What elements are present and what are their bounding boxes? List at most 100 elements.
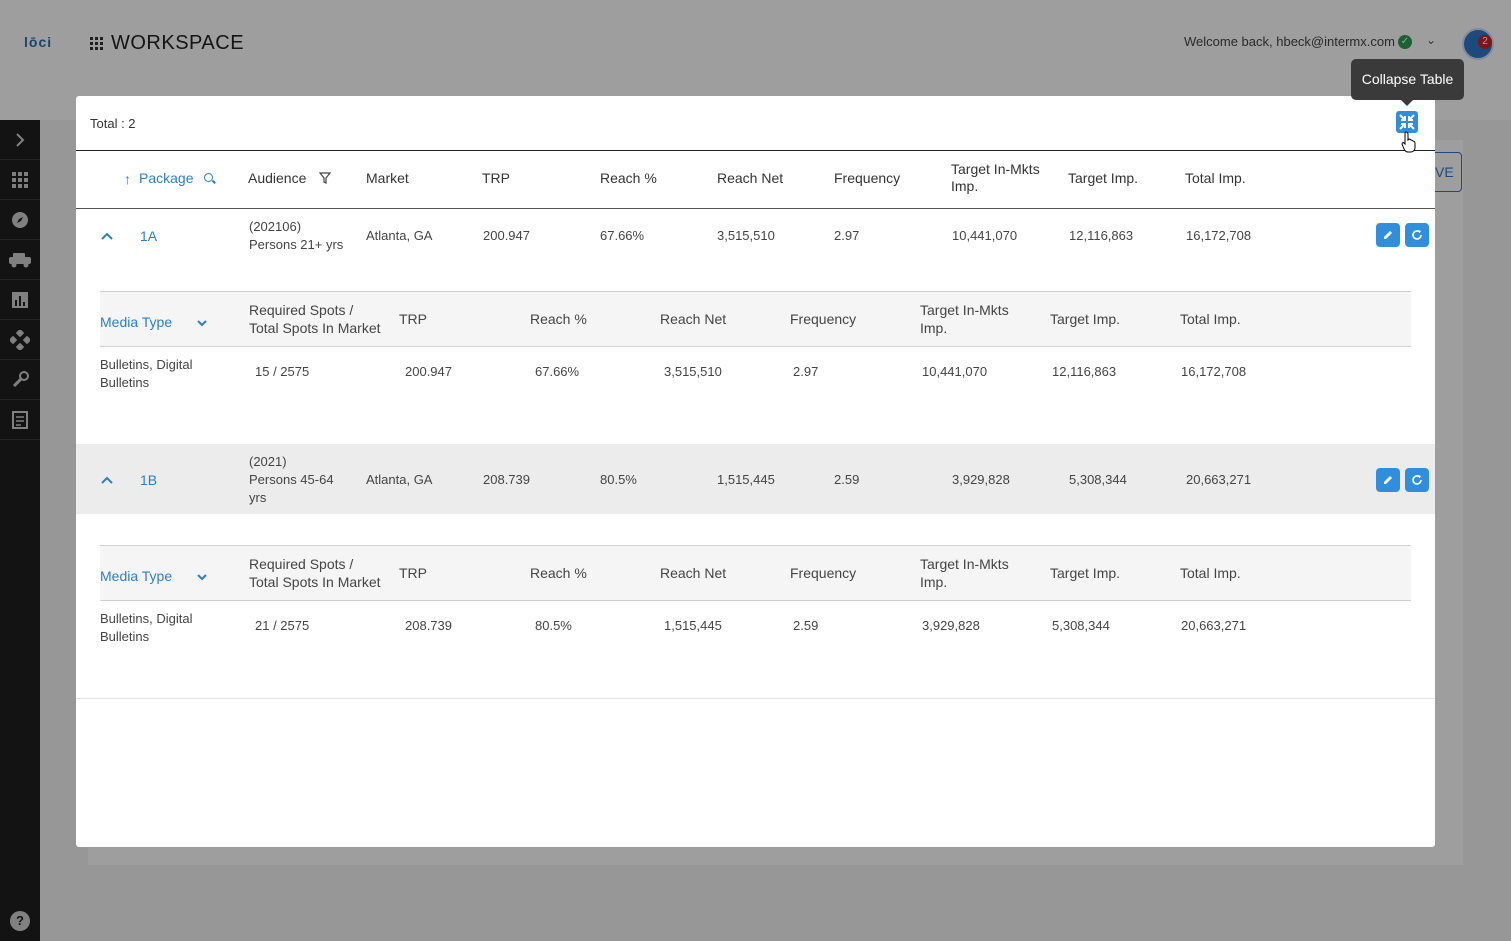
market-cell: Atlanta, GA	[366, 472, 433, 487]
column-header-frequency[interactable]: Frequency	[834, 170, 900, 187]
audience-name: Persons 21+ yrs	[249, 237, 344, 252]
subcolumn-media-type[interactable]: Media Type	[100, 313, 172, 331]
subtable-header: Media Type Required Spots / Total Spots …	[100, 545, 1411, 601]
media-type-line2: Bulletins	[100, 375, 150, 390]
media-type-cell: Bulletins, Digital Bulletins	[100, 356, 193, 392]
trp-cell: 208.739	[483, 472, 530, 487]
collapse-table-tooltip: Collapse Table	[1351, 59, 1464, 106]
edit-button[interactable]	[1376, 223, 1400, 247]
column-header-audience[interactable]: Audience	[248, 170, 306, 187]
sub-target-imp-cell: 5,308,344	[1052, 618, 1110, 633]
reach-pct-cell: 67.66%	[600, 228, 645, 243]
total-imp-cell: 20,663,271	[1186, 472, 1252, 487]
media-type-line1: Bulletins, Digital	[100, 357, 193, 372]
refresh-icon	[1412, 230, 1422, 240]
chevron-down-icon[interactable]	[196, 571, 208, 583]
sub-target-inmkts-cell: 3,929,828	[922, 618, 980, 633]
column-header-target-inmkts-line1: Target In-Mkts	[951, 161, 1040, 177]
subcolumn-target-imp: Target Imp.	[1050, 565, 1121, 581]
column-header-total-imp[interactable]: Total Imp.	[1185, 170, 1246, 187]
sub-total-imp-cell: 20,663,271	[1181, 618, 1247, 633]
audience-id: (2021)	[249, 454, 287, 469]
sub-total-imp-cell: 16,172,708	[1181, 364, 1247, 379]
collapse-icon	[1399, 114, 1415, 130]
sub-trp-cell: 200.947	[405, 364, 452, 379]
subcolumn-frequency: Frequency	[790, 565, 857, 581]
media-subtable: Media Type Required Spots / Total Spots …	[100, 545, 1411, 695]
column-header-reach-net[interactable]: Reach Net	[717, 170, 783, 187]
table-header: ↑ Package Audience Market TRP Reach % Re…	[76, 151, 1435, 209]
column-header-target-inmkts[interactable]: Target In-Mkts Imp.	[951, 161, 1040, 195]
sub-reach-pct-cell: 80.5%	[535, 618, 572, 633]
reach-net-cell: 1,515,445	[717, 472, 775, 487]
sub-target-imp-cell: 12,116,863	[1052, 364, 1117, 379]
subcolumn-target-inmkts-line1: Target In-Mkts	[920, 556, 1009, 572]
subcolumn-trp: TRP	[399, 311, 427, 327]
media-type-cell: Bulletins, Digital Bulletins	[100, 610, 193, 646]
sub-reach-net-cell: 1,515,445	[664, 618, 722, 633]
sub-reach-pct-cell: 67.66%	[535, 364, 580, 379]
subcolumn-required-spots: Required Spots / Total Spots In Market	[249, 555, 381, 591]
audience-id: (202106)	[249, 219, 302, 234]
filter-icon[interactable]	[319, 172, 331, 184]
subcolumn-required-spots: Required Spots / Total Spots In Market	[249, 301, 381, 337]
subcolumn-reach-net: Reach Net	[660, 311, 727, 327]
table-row: 1A (202106) Persons 21+ yrs Atlanta, GA …	[76, 209, 1435, 444]
column-header-market[interactable]: Market	[366, 170, 409, 187]
column-header-package[interactable]: Package	[139, 170, 193, 187]
media-subtable: Media Type Required Spots / Total Spots …	[100, 291, 1411, 441]
column-header-target-imp[interactable]: Target Imp.	[1068, 170, 1138, 187]
sub-reach-net-cell: 3,515,510	[664, 364, 722, 379]
trp-cell: 200.947	[483, 228, 530, 243]
spots-cell: 21 / 2575	[255, 618, 310, 633]
package-name[interactable]: 1A	[140, 227, 157, 245]
refresh-icon	[1412, 475, 1422, 485]
subcolumn-target-imp: Target Imp.	[1050, 311, 1121, 327]
package-name[interactable]: 1B	[140, 471, 157, 489]
column-header-trp[interactable]: TRP	[482, 170, 510, 187]
expanded-table-modal: Total : 2 ↑ Package Audience Market TRP …	[76, 96, 1435, 847]
hand-cursor-icon	[1401, 131, 1416, 153]
edit-button[interactable]	[1376, 468, 1400, 492]
subcolumn-required-line1: Required Spots /	[249, 556, 354, 572]
audience-name-cont: yrs	[249, 490, 267, 505]
search-icon[interactable]	[204, 173, 213, 182]
pencil-icon	[1384, 231, 1392, 239]
subcolumn-total-imp: Total Imp.	[1180, 311, 1241, 327]
subcolumn-target-inmkts-line2: Imp.	[920, 574, 948, 590]
total-count: Total : 2	[90, 116, 136, 131]
chevron-down-icon[interactable]	[196, 317, 208, 329]
audience-name: Persons 45-64	[249, 472, 334, 487]
sub-target-inmkts-cell: 10,441,070	[922, 364, 988, 379]
chevron-up-icon[interactable]	[100, 229, 114, 243]
subcolumn-reach-pct: Reach %	[530, 565, 587, 581]
subcolumn-reach-pct: Reach %	[530, 311, 587, 327]
subcolumn-total-imp: Total Imp.	[1180, 565, 1241, 581]
subcolumn-target-inmkts-line1: Target In-Mkts	[920, 302, 1009, 318]
refresh-button[interactable]	[1405, 468, 1429, 492]
reach-pct-cell: 80.5%	[600, 472, 637, 487]
sub-trp-cell: 208.739	[405, 618, 452, 633]
row-divider	[76, 698, 1435, 699]
audience-cell: (2021) Persons 45-64 yrs	[249, 453, 334, 507]
refresh-button[interactable]	[1405, 223, 1429, 247]
column-header-target-inmkts-line2: Imp.	[951, 178, 979, 194]
total-imp-cell: 16,172,708	[1186, 228, 1252, 243]
target-imp-cell: 12,116,863	[1069, 228, 1134, 243]
collapse-table-button[interactable]	[1396, 111, 1418, 133]
subcolumn-required-line1: Required Spots /	[249, 302, 354, 318]
subcolumn-target-inmkts: Target In-Mkts Imp.	[920, 555, 1009, 591]
target-imp-cell: 5,308,344	[1069, 472, 1127, 487]
sort-ascending-icon[interactable]: ↑	[124, 171, 131, 187]
subcolumn-trp: TRP	[399, 565, 427, 581]
media-type-line2: Bulletins	[100, 629, 150, 644]
market-cell: Atlanta, GA	[366, 228, 433, 243]
subcolumn-media-type[interactable]: Media Type	[100, 567, 172, 585]
column-header-reach-pct[interactable]: Reach %	[600, 170, 657, 187]
sub-frequency-cell: 2.97	[793, 364, 819, 379]
subcolumn-reach-net: Reach Net	[660, 565, 727, 581]
subtable-header: Media Type Required Spots / Total Spots …	[100, 291, 1411, 347]
chevron-up-icon[interactable]	[100, 473, 114, 487]
reach-net-cell: 3,515,510	[717, 228, 775, 243]
pencil-icon	[1384, 476, 1392, 484]
